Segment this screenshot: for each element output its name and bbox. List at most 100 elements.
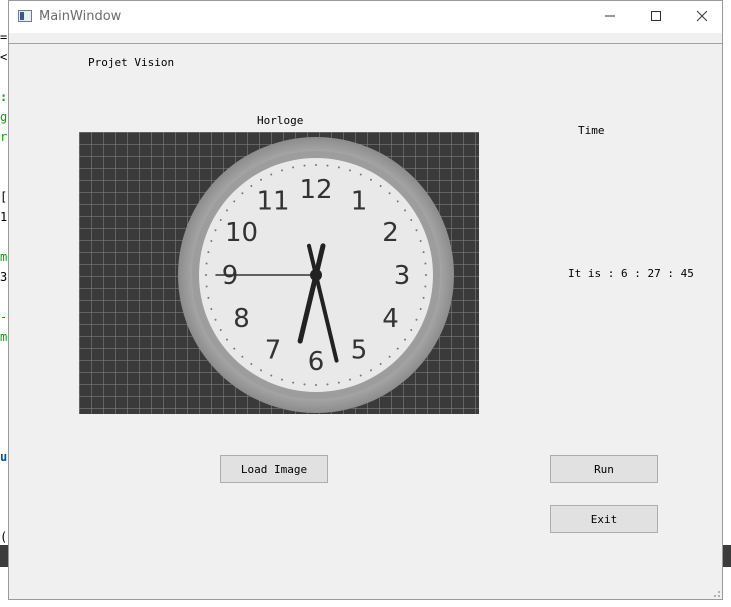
minute-tick <box>233 347 236 350</box>
clock-numeral: 12 <box>299 175 332 205</box>
minute-tick <box>396 347 399 350</box>
minute-tick <box>241 192 244 195</box>
clock-numeral: 9 <box>222 261 239 291</box>
close-icon <box>696 10 708 22</box>
editor-fragment: 3 <box>0 270 8 284</box>
minute-tick <box>219 219 222 221</box>
minute-tick <box>260 369 262 372</box>
minute-tick <box>315 384 317 386</box>
minute-tick <box>226 209 229 212</box>
minute-tick <box>419 307 422 310</box>
minute-tick <box>415 229 418 232</box>
editor-fragment: r <box>0 130 8 144</box>
clock-hub <box>310 269 322 281</box>
image-title-label: Horloge <box>257 114 304 127</box>
project-label: Projet Vision <box>88 56 175 69</box>
clock-numeral: 3 <box>394 261 411 291</box>
clock-numeral: 7 <box>265 335 282 365</box>
minute-tick <box>396 200 399 203</box>
minute-tick <box>205 274 207 276</box>
minute-tick <box>348 378 351 381</box>
editor-fragment: m <box>0 330 8 344</box>
minute-tick <box>315 164 317 166</box>
minute-tick <box>370 369 372 372</box>
editor-fragment: - <box>0 310 8 324</box>
editor-fragment: = <box>0 30 8 44</box>
resize-grip[interactable] <box>710 587 720 597</box>
editor-fragment: u <box>0 450 8 464</box>
minute-tick <box>226 338 229 341</box>
minute-tick <box>207 251 210 254</box>
clock-image: 12 1 2 3 4 5 6 7 8 9 10 11 <box>79 132 479 414</box>
minute-tick <box>359 374 362 377</box>
minute-tick <box>250 362 253 365</box>
minute-tick <box>410 219 413 221</box>
clock-numeral: 2 <box>382 218 399 248</box>
minimize-button[interactable] <box>587 1 633 31</box>
time-title-label: Time <box>578 124 605 137</box>
minute-tick <box>210 307 213 310</box>
minute-tick <box>419 240 422 243</box>
minute-tick <box>219 329 222 331</box>
editor-fragment: ( <box>0 530 8 544</box>
load-image-button[interactable]: Load Image <box>220 455 328 483</box>
minute-tick <box>303 164 306 167</box>
minute-tick <box>379 185 382 188</box>
minute-tick <box>207 296 210 299</box>
maximize-button[interactable] <box>633 1 679 31</box>
app-window-icon <box>18 10 32 22</box>
minute-tick <box>292 166 295 169</box>
exit-button[interactable]: Exit <box>550 505 658 533</box>
clock-numeral: 5 <box>351 335 368 365</box>
run-button[interactable]: Run <box>550 455 658 483</box>
minute-tick <box>281 378 284 381</box>
minute-tick <box>370 178 372 181</box>
minute-tick <box>422 296 425 299</box>
minute-tick <box>241 355 244 358</box>
minute-tick <box>214 318 217 321</box>
title-bar[interactable]: MainWindow <box>9 1 722 33</box>
clock-numeral: 1 <box>351 187 368 217</box>
minute-tick <box>388 192 391 195</box>
editor-fragment: g <box>0 110 8 124</box>
minute-tick <box>388 355 391 358</box>
minute-tick <box>425 274 427 276</box>
clock-numeral: 4 <box>382 304 399 334</box>
editor-fragment: < <box>0 50 8 64</box>
time-result-label: It is : 6 : 27 : 45 <box>568 267 694 280</box>
minute-tick <box>281 169 284 172</box>
minute-tick <box>403 338 406 341</box>
minute-tick <box>250 185 253 188</box>
minute-tick <box>337 381 340 384</box>
clock-image-svg: 12 12 3 45678 9 1011 <box>79 132 479 414</box>
editor-fragment: [ <box>0 190 8 204</box>
minute-tick <box>205 285 208 288</box>
minute-tick <box>233 200 236 203</box>
minute-tick <box>210 240 213 243</box>
minute-tick <box>422 251 425 254</box>
minute-tick <box>379 362 382 365</box>
minute-tick <box>214 229 217 232</box>
minute-tick <box>424 285 427 288</box>
close-button[interactable] <box>679 1 725 31</box>
minute-tick <box>348 169 351 172</box>
clock-numeral: 11 <box>256 187 289 217</box>
minute-tick <box>270 173 273 176</box>
minute-tick <box>303 383 306 386</box>
minute-tick <box>359 173 362 176</box>
minute-tick <box>205 262 208 265</box>
menubar-divider <box>9 43 722 44</box>
minute-tick <box>410 329 413 331</box>
minute-tick <box>326 164 329 167</box>
editor-fragment: 1 <box>0 210 8 224</box>
clock-numeral: 6 <box>308 347 325 377</box>
minute-tick <box>424 262 427 265</box>
minute-tick <box>270 374 273 377</box>
minute-tick <box>292 381 295 384</box>
minute-tick <box>326 383 329 386</box>
minute-tick <box>403 209 406 212</box>
window-title: MainWindow <box>39 9 122 24</box>
editor-fragment: : <box>0 90 8 104</box>
clock-numeral: 8 <box>233 304 250 334</box>
editor-fragment: m <box>0 250 8 264</box>
